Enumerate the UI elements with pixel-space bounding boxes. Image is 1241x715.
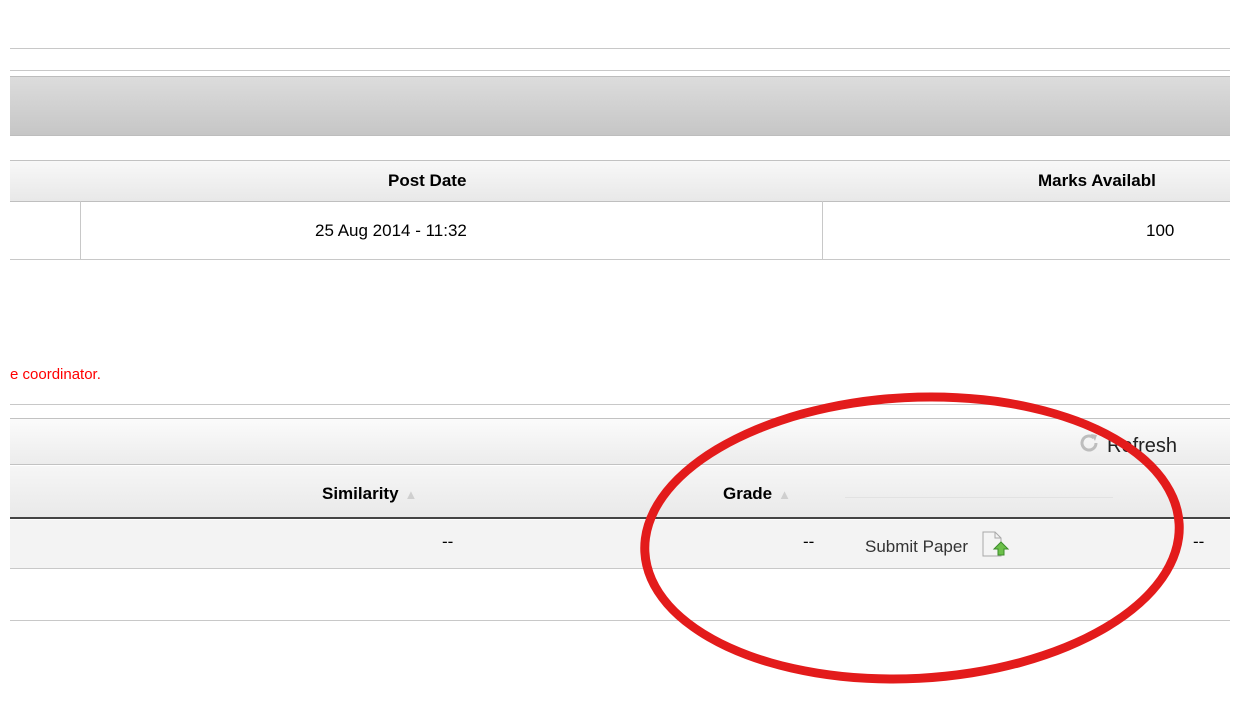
assignment-info-row: 25 Aug 2014 - 11:32 100 (10, 201, 1230, 260)
similarity-column-header[interactable]: Similarity ▲︎ (322, 484, 417, 504)
refresh-label: Refresh (1107, 434, 1178, 457)
upload-file-icon (980, 531, 1010, 562)
assignment-info-header: Post Date Marks Availabl (10, 160, 1230, 202)
submission-toolbar: Refresh (10, 418, 1230, 465)
post-date-header: Post Date (388, 171, 467, 190)
similarity-header-label: Similarity (322, 484, 399, 503)
refresh-button[interactable]: Refresh (1077, 431, 1177, 461)
header-underline (845, 497, 1113, 498)
submit-paper-button[interactable]: Submit Paper (865, 531, 1010, 562)
grade-column-header[interactable]: Grade ▲︎ (723, 484, 791, 504)
grade-header-label: Grade (723, 484, 773, 503)
grade-value: -- (803, 532, 815, 551)
column-divider (80, 201, 81, 259)
top-divider-1 (10, 48, 1230, 49)
submission-row: -- -- Submit Paper -- (10, 520, 1230, 569)
top-divider-2 (10, 70, 1230, 71)
section-title-bar (10, 76, 1230, 136)
refresh-icon (1077, 431, 1101, 461)
marks-available-header: Marks Availabl (1038, 171, 1156, 190)
marks-available-value: 100 (1146, 221, 1175, 240)
similarity-value: -- (442, 532, 454, 551)
coordinator-notice: e coordinator. (10, 366, 101, 383)
column-divider (822, 201, 823, 259)
submission-divider (10, 404, 1230, 405)
submission-table-header: Similarity ▲︎ Grade ▲︎ (10, 466, 1230, 519)
trailing-value: -- (1193, 532, 1205, 551)
sort-icon: ▲︎ (778, 487, 792, 502)
post-date-value: 25 Aug 2014 - 11:32 (315, 221, 467, 240)
bottom-divider (10, 620, 1230, 621)
submit-paper-label: Submit Paper (865, 536, 968, 556)
sort-icon: ▲︎ (404, 487, 418, 502)
